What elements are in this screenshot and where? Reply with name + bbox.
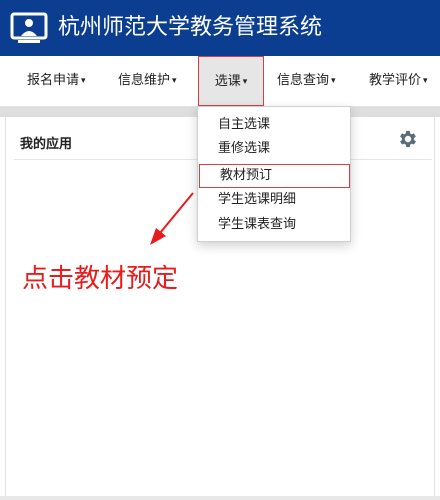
nav-item-label: 教学评价 (369, 73, 422, 88)
nav-item-registration[interactable]: 报名申请 ▾ (27, 56, 86, 106)
menu-item-timetable-query[interactable]: 学生课表查询 (198, 213, 350, 237)
caret-down-icon: ▾ (81, 76, 86, 86)
menu-item-retake-selection[interactable]: 重修选课 (198, 137, 350, 161)
nav-item-info-query[interactable]: 信息查询 ▾ (277, 56, 336, 106)
nav-item-label: 报名申请 (27, 73, 80, 88)
gear-icon[interactable] (397, 128, 419, 150)
caret-down-icon: ▾ (423, 76, 428, 86)
monitor-person-icon (10, 12, 48, 43)
app-header: 杭州师范大学教务管理系统 (0, 0, 440, 56)
caret-down-icon: ▾ (172, 76, 177, 86)
app-title: 杭州师范大学教务管理系统 (58, 15, 323, 40)
nav-item-label: 信息查询 (277, 73, 330, 88)
nav-item-course-selection[interactable]: 选课 ▾ (198, 56, 264, 106)
nav-item-label: 信息维护 (118, 73, 171, 88)
bottom-divider (0, 496, 440, 500)
nav-item-info-maintenance[interactable]: 信息维护 ▾ (118, 56, 177, 106)
caret-down-icon: ▾ (242, 77, 248, 87)
caret-down-icon: ▾ (331, 76, 336, 86)
annotation-text: 点击教材预定 (22, 264, 179, 294)
main-navbar: 报名申请 ▾ 信息维护 ▾ 选课 ▾ 信息查询 ▾ 教学评价 ▾ (0, 56, 440, 107)
course-selection-dropdown: 自主选课 重修选课 教材预订 学生选课明细 学生课表查询 (197, 106, 351, 242)
nav-item-label: 选课 (214, 74, 241, 89)
panel-title: 我的应用 (20, 137, 73, 152)
menu-item-textbook-order[interactable]: 教材预订 (199, 164, 350, 188)
nav-item-teaching-evaluation[interactable]: 教学评价 ▾ (369, 56, 428, 106)
menu-item-self-selection[interactable]: 自主选课 (198, 113, 350, 137)
menu-item-course-details[interactable]: 学生选课明细 (198, 188, 350, 212)
